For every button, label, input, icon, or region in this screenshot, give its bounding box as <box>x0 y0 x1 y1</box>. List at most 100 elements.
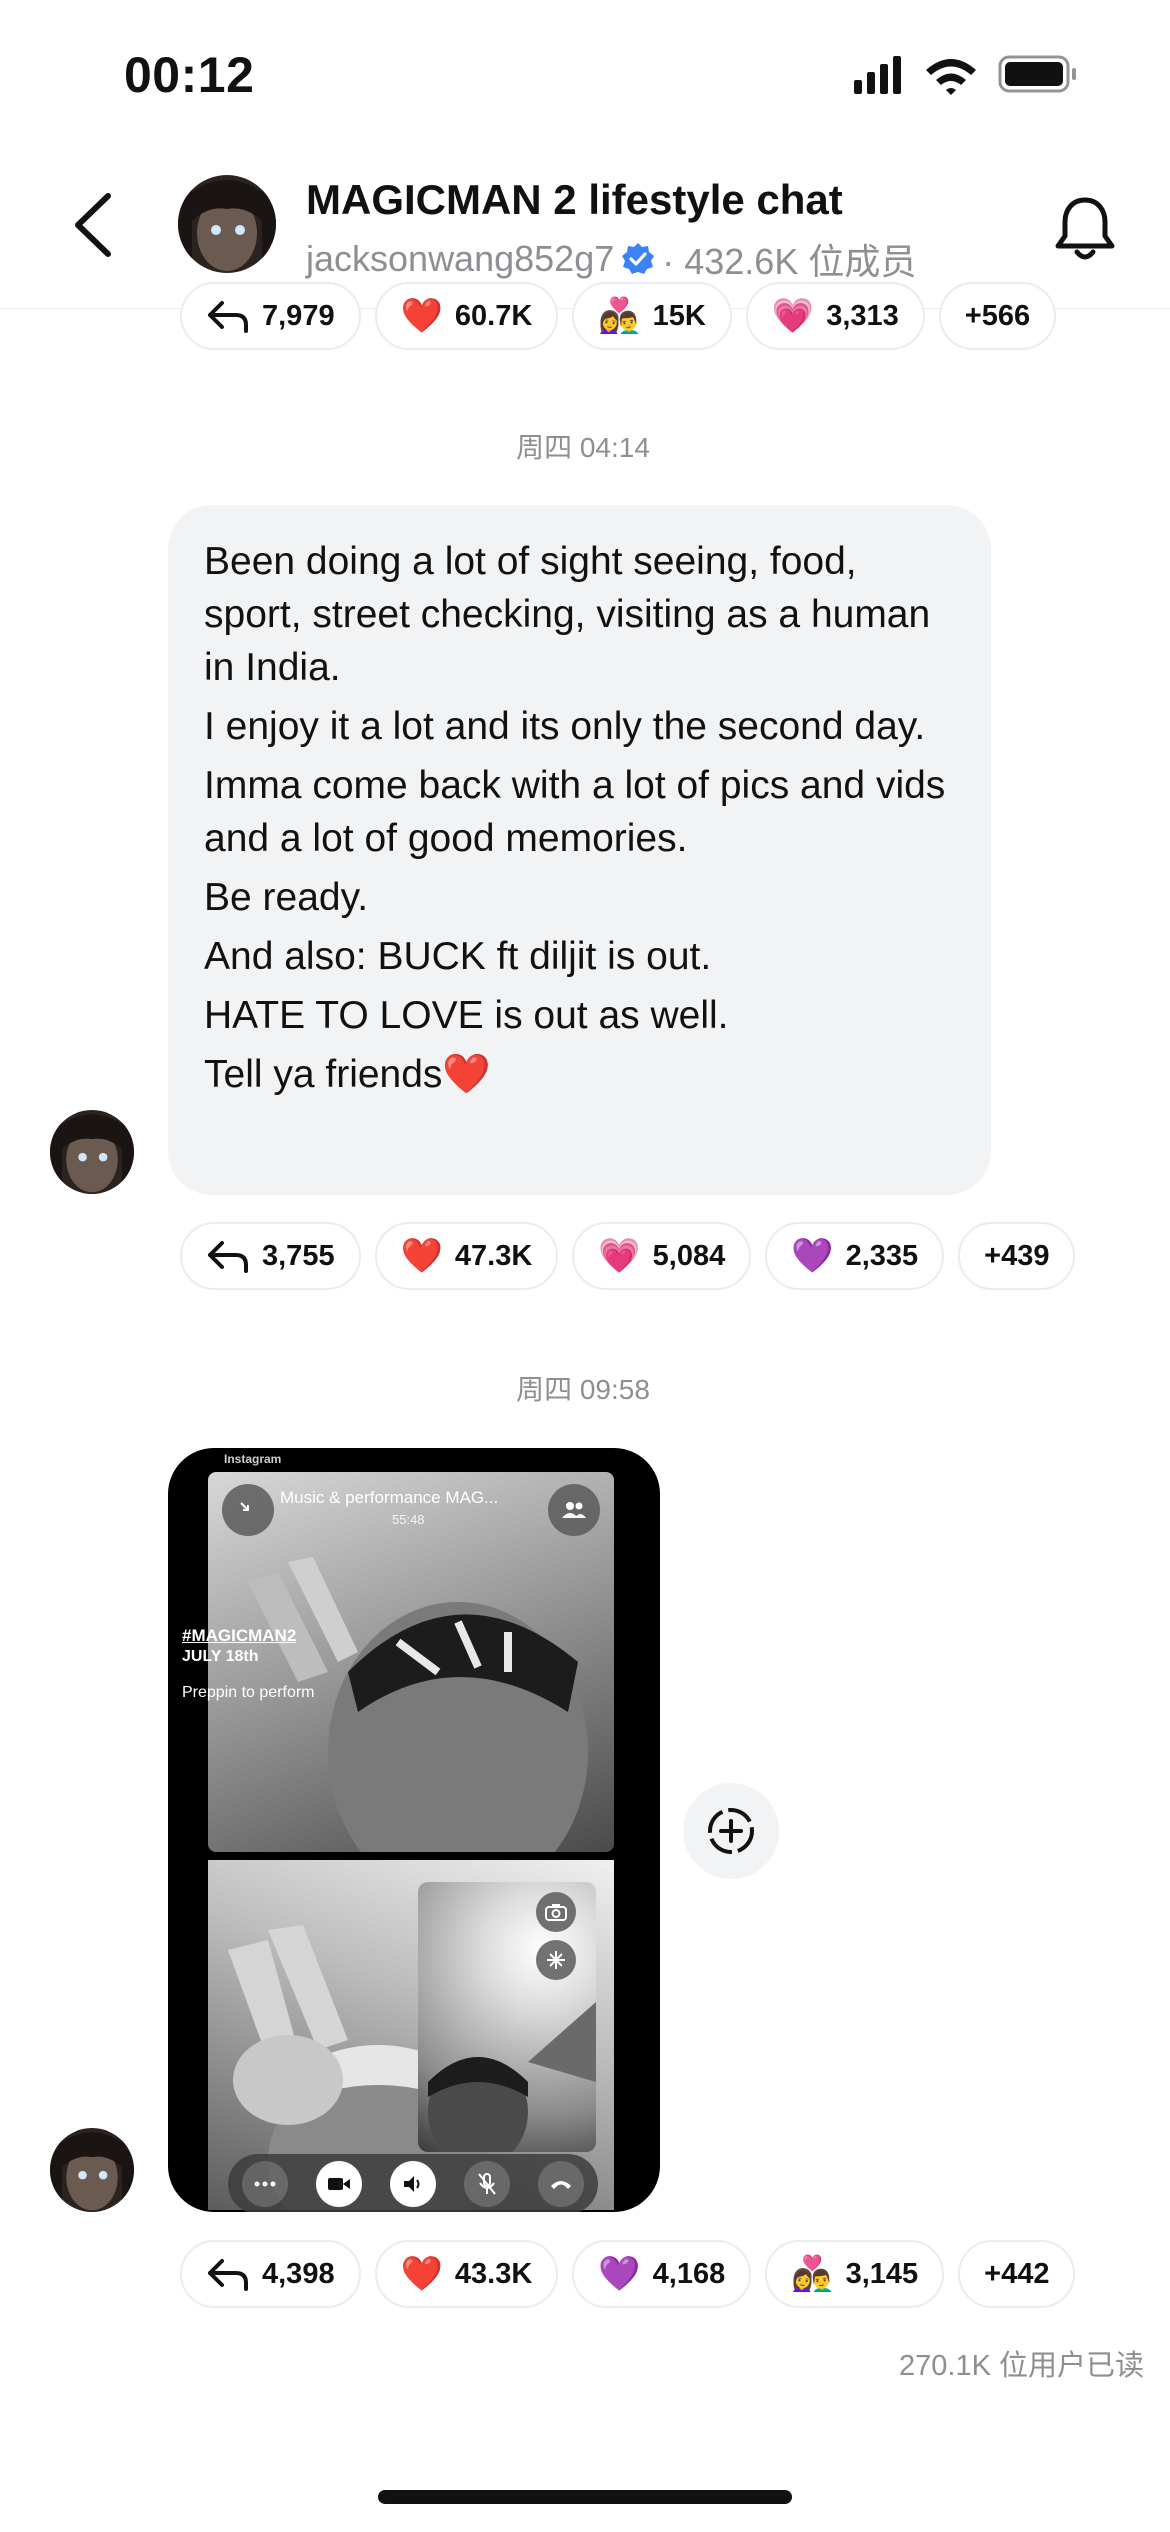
message-line: I enjoy it a lot and its only the second… <box>204 705 926 748</box>
creator-username: jacksonwang852g7 <box>306 238 615 279</box>
channel-avatar[interactable] <box>178 175 276 273</box>
text-message-bubble[interactable]: Been doing a lot of sight seeing, food, … <box>168 505 991 1195</box>
sender-avatar[interactable] <box>50 2128 134 2212</box>
minimize-call-button[interactable] <box>222 1484 274 1536</box>
status-time: 00:12 <box>124 47 255 103</box>
message-line: Be ready. <box>204 876 369 919</box>
reaction-couple[interactable]: 👩‍❤️‍👨 3,145 <box>765 2240 945 2308</box>
reply-count: 4,398 <box>262 2257 335 2290</box>
mute-button[interactable] <box>464 2161 510 2207</box>
purple-heart-icon: 💜 <box>598 2254 641 2294</box>
reaction-count: 3,145 <box>845 2257 919 2290</box>
message-line: And also: BUCK ft diljit is out. <box>204 935 712 978</box>
flip-camera-button[interactable] <box>536 1892 576 1932</box>
effects-button[interactable] <box>536 1940 576 1980</box>
minimize-icon <box>240 1502 249 1511</box>
more-reactions-button[interactable]: +566 <box>938 282 1057 350</box>
reaction-count: 43.3K <box>454 2257 533 2290</box>
back-button[interactable] <box>60 180 130 270</box>
call-more-button[interactable] <box>242 2161 288 2207</box>
more-reactions-count: +439 <box>984 1239 1050 1272</box>
reaction-sparkling-heart[interactable]: 💗 5,084 <box>572 1222 752 1290</box>
video-frame-top: Music & performance MAG... 55:48 <box>208 1472 614 1852</box>
camera-icon <box>545 1904 567 1921</box>
more-reactions-count: +566 <box>964 299 1031 332</box>
avatar-image <box>178 175 276 273</box>
video-toggle-button[interactable] <box>316 2161 362 2207</box>
red-heart-icon: ❤️ <box>400 1236 443 1276</box>
couple-icon: 👩‍❤️‍👨 <box>791 2254 834 2294</box>
hang-up-icon <box>551 2181 571 2189</box>
call-title: Music & performance MAG... <box>280 1488 499 1507</box>
video-message[interactable]: Instagram Music & performance MAG... 55:… <box>168 1448 660 2212</box>
member-count: · 432.6K 位成员 <box>662 241 917 282</box>
date-divider: 周四 04:14 <box>516 432 650 463</box>
reaction-couple[interactable]: 👩‍❤️‍👨 15K <box>572 282 732 350</box>
notifications-button[interactable] <box>1045 190 1125 270</box>
avatar-image <box>50 1110 134 1194</box>
reply-button[interactable]: 7,979 <box>180 282 361 350</box>
sparkle-icon <box>547 1951 565 1969</box>
call-controls <box>228 2154 598 2212</box>
reply-count: 3,755 <box>262 1239 335 1272</box>
reply-icon <box>208 2259 248 2291</box>
red-heart-icon: ❤️ <box>400 296 443 336</box>
sender-avatar[interactable] <box>50 1110 134 1194</box>
reply-button[interactable]: 4,398 <box>180 2240 361 2308</box>
person-in-cap-image <box>248 1557 588 1852</box>
participants-button[interactable] <box>548 1484 600 1536</box>
reaction-purple-heart[interactable]: 💜 4,168 <box>572 2240 752 2308</box>
reaction-count: 47.3K <box>454 1239 533 1272</box>
bell-icon <box>1055 197 1115 260</box>
reaction-heart[interactable]: ❤️ 43.3K <box>374 2240 559 2308</box>
message-line: HATE TO LOVE is out as well. <box>204 994 729 1037</box>
overlay-caption: Preppin to perform <box>182 1684 315 1701</box>
message-reactions: 3,755 ❤️ 47.3K 💗 5,084 💜 2,335 +439 <box>180 1222 1076 1290</box>
read-receipt: 270.1K 位用户已读 <box>899 2350 1144 2382</box>
message-reactions: 4,398 ❤️ 43.3K 💜 4,168 👩‍❤️‍👨 3,145 +442 <box>180 2240 1076 2308</box>
reply-icon <box>208 1241 248 1273</box>
chevron-left-icon <box>75 193 111 257</box>
video-camera-icon <box>328 2178 350 2190</box>
message-line: Been doing a lot of sight seeing, food, … <box>204 540 931 689</box>
status-icons <box>850 50 1100 100</box>
reply-button[interactable]: 3,755 <box>180 1222 361 1290</box>
reaction-purple-heart[interactable]: 💜 2,335 <box>765 1222 945 1290</box>
more-reactions-button[interactable]: +439 <box>958 1222 1076 1290</box>
picture-in-picture-video[interactable] <box>418 1882 596 2152</box>
home-indicator[interactable] <box>378 2490 792 2504</box>
reaction-pink-heart[interactable]: 💗 3,313 <box>745 282 925 350</box>
red-heart-icon: ❤️ <box>400 2254 443 2294</box>
date-divider: 周四 09:58 <box>516 1374 650 1405</box>
video-source-label: Instagram <box>224 1452 282 1466</box>
add-circle-dashed-icon <box>708 1808 754 1854</box>
reply-icon <box>208 301 248 333</box>
reaction-heart[interactable]: ❤️ 47.3K <box>374 1222 559 1290</box>
people-icon <box>562 1502 586 1518</box>
purple-heart-icon: 💜 <box>791 1236 834 1276</box>
avatar-image <box>50 2128 134 2212</box>
pink-heart-icon: 💗 <box>771 296 815 336</box>
more-reactions-button[interactable]: +442 <box>958 2240 1076 2308</box>
end-call-button[interactable] <box>538 2161 584 2207</box>
chat-subtitle[interactable]: jacksonwang852g7 · 432.6K 位成员 <box>306 233 916 285</box>
reaction-count: 4,168 <box>652 2257 726 2290</box>
call-timer: 55:48 <box>392 1512 425 1527</box>
previous-message-reactions: 7,979 ❤️ 60.7K 👩‍❤️‍👨 15K 💗 3,313 +566 <box>180 282 1057 350</box>
verified-badge-icon <box>620 241 656 277</box>
reaction-heart[interactable]: ❤️ 60.7K <box>374 282 559 350</box>
reaction-count: 3,313 <box>826 299 899 332</box>
speaker-button[interactable] <box>390 2161 436 2207</box>
reaction-count: 2,335 <box>845 1239 919 1272</box>
speaker-icon <box>404 2176 420 2192</box>
overlay-date: JULY 18th <box>182 1648 259 1665</box>
overlay-hashtag: #MAGICMAN2 <box>182 1626 297 1645</box>
more-reactions-count: +442 <box>984 2257 1050 2290</box>
couple-icon: 👩‍❤️‍👨 <box>598 296 641 336</box>
reaction-count: 15K <box>652 299 706 332</box>
reaction-count: 5,084 <box>652 1239 726 1272</box>
save-media-button[interactable] <box>683 1783 779 1879</box>
signal-wifi-battery-icon <box>854 55 1076 95</box>
message-line: Tell ya friends❤️ <box>204 1053 491 1096</box>
chat-title[interactable]: MAGICMAN 2 lifestyle chat <box>306 176 843 224</box>
